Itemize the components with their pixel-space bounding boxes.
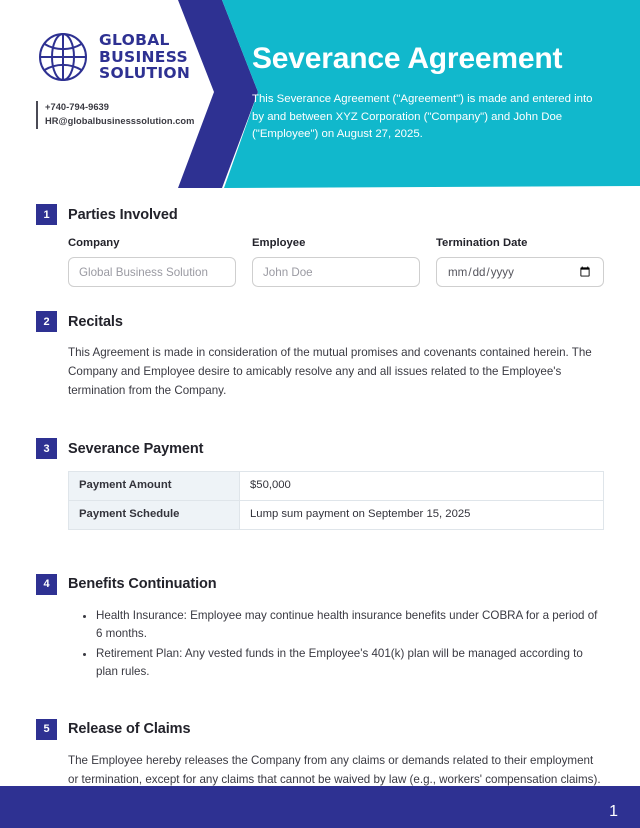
section-number-badge: 2 — [36, 311, 57, 332]
section-header: 2 Recitals — [36, 311, 604, 332]
field-label-company: Company — [68, 237, 120, 249]
document-footer: 1 — [0, 786, 640, 828]
section-content: Payment Amount $50,000 Payment Schedule … — [36, 471, 604, 530]
employee-input[interactable] — [252, 257, 420, 287]
company-input[interactable] — [68, 257, 236, 287]
section-content: Company Employee Termination Date — [36, 237, 604, 287]
section-header: 5 Release of Claims — [36, 718, 604, 740]
section-header: 3 Severance Payment — [36, 438, 604, 460]
section-number-badge: 1 — [36, 204, 57, 225]
section-title: Benefits Continuation — [68, 576, 217, 593]
section-number-badge: 5 — [36, 718, 57, 740]
section-benefits-continuation: 4 Benefits Continuation Health Insurance… — [36, 573, 604, 681]
contact-email: HR@globalbusinesssolution.com — [45, 115, 195, 126]
section-title: Severance Payment — [68, 440, 204, 457]
document-intro: This Severance Agreement ("Agreement") i… — [252, 93, 593, 141]
section-number-badge: 4 — [36, 573, 57, 595]
section-content: This Agreement is made in consideration … — [36, 344, 604, 400]
field-termination-date: Termination Date — [436, 237, 604, 287]
field-company: Company — [68, 237, 236, 287]
logo-wordmark: GLOBAL BUSINESS SOLUTION — [99, 31, 191, 83]
list-item: Health Insurance: Employee may continue … — [96, 607, 604, 643]
table-cell-label: Payment Amount — [68, 471, 240, 502]
logo-line-3: SOLUTION — [99, 64, 191, 83]
section-title: Parties Involved — [68, 206, 178, 223]
page-number: 1 — [609, 803, 618, 820]
document-body: 1 Parties Involved Company Employee Term… — [0, 190, 640, 789]
table-row: Payment Schedule Lump sum payment on Sep… — [68, 500, 604, 530]
section-title: Release of Claims — [68, 721, 191, 738]
section-recitals: 2 Recitals This Agreement is made in con… — [36, 311, 604, 400]
termination-date-input[interactable] — [436, 257, 604, 287]
parties-fields-row: Company Employee Termination Date — [68, 237, 604, 287]
release-paragraph: The Employee hereby releases the Company… — [68, 753, 601, 786]
logo-row: GLOBAL BUSINESS SOLUTION — [36, 30, 226, 84]
document-header: GLOBAL BUSINESS SOLUTION +740-794-9639 H… — [0, 0, 640, 190]
contact-phone: +740-794-9639 — [45, 102, 109, 112]
table-row: Payment Amount $50,000 — [68, 471, 604, 502]
section-header: 1 Parties Involved — [36, 204, 604, 225]
contact-block: +740-794-9639 HR@globalbusinesssolution.… — [36, 101, 226, 129]
benefits-list: Health Insurance: Employee may continue … — [68, 607, 604, 681]
recitals-paragraph: This Agreement is made in consideration … — [68, 346, 592, 397]
section-content: The Employee hereby releases the Company… — [36, 752, 604, 790]
section-title: Recitals — [68, 313, 123, 330]
section-parties-involved: 1 Parties Involved Company Employee Term… — [36, 204, 604, 287]
table-cell-value: Lump sum payment on September 15, 2025 — [239, 500, 604, 530]
document-title: Severance Agreement — [252, 42, 563, 75]
section-release-of-claims: 5 Release of Claims The Employee hereby … — [36, 718, 604, 790]
field-employee: Employee — [252, 237, 420, 287]
logo-line-2: BUSINESS — [99, 47, 188, 66]
logo-line-1: GLOBAL — [99, 31, 170, 50]
severance-payment-table: Payment Amount $50,000 Payment Schedule … — [68, 471, 604, 530]
globe-icon — [39, 33, 87, 81]
section-content: Health Insurance: Employee may continue … — [36, 607, 604, 681]
section-number-badge: 3 — [36, 438, 57, 460]
field-label-termination-date: Termination Date — [436, 237, 528, 249]
field-label-employee: Employee — [252, 237, 306, 249]
section-severance-payment: 3 Severance Payment Payment Amount $50,0… — [36, 438, 604, 530]
table-cell-value: $50,000 — [239, 471, 604, 502]
table-cell-label: Payment Schedule — [68, 500, 240, 530]
header-text-block: Severance Agreement This Severance Agree… — [252, 42, 602, 144]
section-header: 4 Benefits Continuation — [36, 573, 604, 595]
list-item: Retirement Plan: Any vested funds in the… — [96, 645, 604, 681]
brand-block: GLOBAL BUSINESS SOLUTION +740-794-9639 H… — [36, 30, 226, 129]
